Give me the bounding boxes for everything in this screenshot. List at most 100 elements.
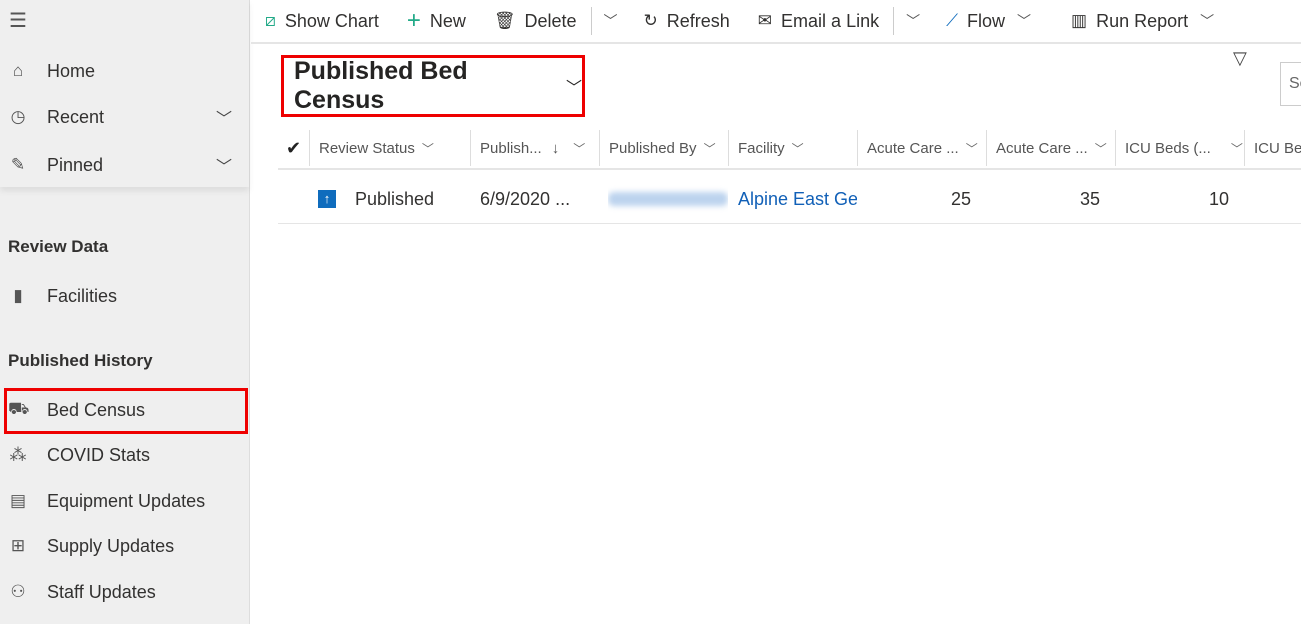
sidebar-item-equipment-updates[interactable]: ▤ Equipment Updates bbox=[0, 481, 250, 521]
hamburger-icon: ☰ bbox=[9, 9, 27, 32]
chevron-down-icon: ﹀ bbox=[703, 141, 716, 156]
column-label: Facility bbox=[738, 139, 785, 157]
new-button[interactable]: + New bbox=[407, 7, 466, 35]
command-bar: ⧄ Show Chart + New 🗑 Delete ﹀ ↻ Refresh ✉ Ema… bbox=[251, 0, 1301, 44]
chevron-down-icon: ﹀ bbox=[1094, 141, 1107, 156]
select-all-checkmark-icon[interactable]: ✔ bbox=[286, 130, 308, 166]
published-by-cell-blurred bbox=[608, 174, 728, 224]
sidebar-item-staff-updates[interactable]: ⚇ Staff Updates bbox=[0, 572, 250, 612]
staff-icon: ⚇ bbox=[10, 582, 26, 601]
page-title: Published Bed Census bbox=[294, 57, 468, 114]
sidebar-item-home[interactable]: ⌂ Home bbox=[0, 51, 250, 91]
email-link-button[interactable]: ✉ Email a Link bbox=[758, 11, 879, 32]
button-label: Run Report bbox=[1096, 10, 1189, 31]
facility-cell: Alpine East Ger bbox=[738, 174, 857, 224]
column-label: Publish... bbox=[480, 139, 542, 157]
supply-icon: ⊞ bbox=[10, 536, 26, 555]
column-header-icu-beds-1[interactable]: ICU Beds (... ﹀ bbox=[1115, 130, 1243, 166]
flow-icon: ⟋ bbox=[946, 11, 958, 30]
report-icon: ▥ bbox=[1071, 11, 1088, 30]
sidebar: ☰ ⌂ Home ◷ Recent ﹀ ✎ Pinned ﹀ Review Data ▮ F… bbox=[0, 0, 250, 624]
chevron-down-icon: ﹀ bbox=[565, 80, 582, 97]
sidebar-item-label: Pinned bbox=[47, 154, 104, 175]
refresh-icon: ↻ bbox=[643, 11, 658, 30]
section-title: Published History bbox=[8, 351, 153, 370]
chevron-down-icon: ﹀ bbox=[965, 141, 978, 156]
status-text: Published bbox=[355, 188, 435, 209]
chevron-down-icon[interactable]: ﹀ bbox=[216, 153, 232, 177]
column-label: Published By bbox=[609, 139, 697, 157]
trash-icon: 🗑 bbox=[493, 11, 516, 30]
divider bbox=[590, 7, 592, 35]
button-label: Flow bbox=[967, 10, 1006, 31]
button-label: Refresh bbox=[666, 10, 730, 31]
column-header-facility[interactable]: Facility ﹀ bbox=[728, 130, 856, 166]
pin-icon: ✎ bbox=[10, 155, 26, 174]
sidebar-item-label: Equipment Updates bbox=[47, 490, 206, 511]
sidebar-item-pinned[interactable]: ✎ Pinned ﹀ bbox=[0, 145, 250, 185]
filter-icon[interactable]: ▽ bbox=[1233, 48, 1247, 69]
delete-button[interactable]: 🗑 Delete bbox=[494, 11, 577, 32]
button-label: Delete bbox=[524, 10, 577, 31]
home-icon: ⌂ bbox=[12, 61, 24, 80]
chevron-down-icon: ﹀ bbox=[421, 141, 434, 156]
column-label: Acute Care ... bbox=[996, 139, 1088, 157]
sort-down-icon: ↓ bbox=[551, 139, 560, 157]
button-label: New bbox=[429, 10, 466, 31]
chart-icon: ⧄ bbox=[265, 11, 276, 30]
column-label: Acute Care ... bbox=[867, 139, 959, 157]
sidebar-item-label: COVID Stats bbox=[47, 444, 151, 465]
highlight-box bbox=[4, 388, 248, 434]
button-label: Show Chart bbox=[284, 10, 379, 31]
column-label: ICU Beds (... bbox=[1125, 139, 1211, 157]
icu-beds-cell: 10 bbox=[1209, 188, 1230, 209]
chevron-down-icon[interactable]: ﹀ bbox=[216, 105, 232, 129]
email-icon: ✉ bbox=[757, 11, 773, 30]
divider bbox=[893, 7, 895, 35]
sidebar-item-label: Supply Updates bbox=[47, 535, 175, 556]
sidebar-item-facilities[interactable]: ▮ Facilities bbox=[0, 276, 250, 316]
redacted-name bbox=[608, 192, 728, 206]
more-dropdown-chevron-icon[interactable]: ﹀ bbox=[604, 11, 618, 31]
building-icon: ▮ bbox=[13, 286, 23, 305]
published-arrow-icon: ↑ bbox=[318, 190, 336, 208]
grid-header: ✔ Review Status ﹀ Publish... ↓ ﹀ Published … bbox=[278, 130, 1301, 170]
sidebar-item-label: Home bbox=[47, 60, 96, 81]
sidebar-item-label: Staff Updates bbox=[47, 581, 156, 602]
chevron-down-icon: ﹀ bbox=[573, 141, 586, 156]
column-header-published-on[interactable]: Publish... ↓ ﹀ bbox=[470, 130, 598, 166]
column-header-published-by[interactable]: Published By ﹀ bbox=[599, 130, 727, 166]
search-input[interactable]: Se bbox=[1280, 62, 1301, 106]
sidebar-top: ☰ ⌂ Home ◷ Recent ﹀ ✎ Pinned ﹀ bbox=[0, 0, 249, 187]
refresh-button[interactable]: ↻ Refresh bbox=[644, 11, 730, 32]
column-label: Review Status bbox=[319, 139, 415, 157]
section-title: Review Data bbox=[8, 237, 109, 256]
column-header-acute-care-1[interactable]: Acute Care ... ﹀ bbox=[857, 130, 985, 166]
button-label: Email a Link bbox=[781, 10, 880, 31]
hamburger-menu-button[interactable]: ☰ bbox=[0, 0, 250, 40]
plus-icon: + bbox=[406, 7, 421, 34]
show-chart-button[interactable]: ⧄ Show Chart bbox=[265, 11, 379, 32]
sidebar-item-supply-updates[interactable]: ⊞ Supply Updates bbox=[0, 526, 250, 566]
chevron-down-icon: ﹀ bbox=[1200, 13, 1215, 29]
column-header-acute-care-2[interactable]: Acute Care ... ﹀ bbox=[986, 130, 1114, 166]
published-date-cell: 6/9/2020 ... bbox=[480, 188, 571, 209]
search-placeholder: Se bbox=[1289, 75, 1301, 92]
sidebar-item-covid-stats[interactable]: ⁂ COVID Stats bbox=[0, 435, 250, 475]
acute-care-2-cell: 35 bbox=[1080, 188, 1101, 209]
email-dropdown-chevron-icon[interactable]: ﹀ bbox=[906, 11, 920, 31]
facility-link[interactable]: Alpine East Ger bbox=[738, 189, 857, 210]
column-header-icu-beds-2[interactable]: ICU Bed bbox=[1244, 130, 1301, 166]
chevron-down-icon: ﹀ bbox=[1230, 141, 1243, 156]
view-selector[interactable]: Published Bed Census ﹀ bbox=[281, 55, 585, 117]
acute-care-1-cell: 25 bbox=[951, 188, 972, 209]
chevron-down-icon: ﹀ bbox=[1017, 13, 1032, 29]
column-label: ICU Bed bbox=[1254, 139, 1301, 157]
stats-icon: ⁂ bbox=[9, 445, 27, 464]
flow-button[interactable]: ⟋ Flow ﹀ bbox=[946, 11, 1043, 32]
table-row[interactable]: ↑ Published 6/9/2020 ... Alpine East Ger … bbox=[278, 174, 1301, 224]
chevron-down-icon: ﹀ bbox=[791, 141, 804, 156]
sidebar-item-recent[interactable]: ◷ Recent ﹀ bbox=[0, 97, 250, 137]
column-header-review-status[interactable]: Review Status ﹀ bbox=[309, 130, 469, 166]
run-report-button[interactable]: ▥ Run Report ﹀ bbox=[1071, 11, 1226, 32]
